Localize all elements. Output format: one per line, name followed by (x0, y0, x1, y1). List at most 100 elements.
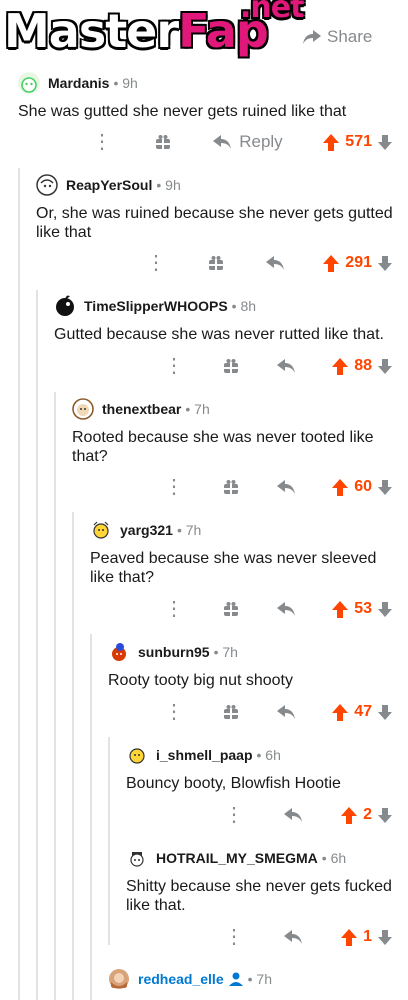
comment-age: • 6h (256, 747, 281, 763)
more-options-icon[interactable]: ⋮ (92, 132, 112, 152)
comment-text: Peaved because she was never sleeved lik… (90, 550, 377, 586)
comment: i_shmell_paap • 6h Bouncy booty, Blowfis… (126, 742, 408, 793)
username[interactable]: thenextbear (102, 401, 181, 417)
score: 291 (345, 254, 372, 271)
vote-controls: 60 (332, 478, 392, 496)
avatar[interactable] (72, 398, 94, 420)
upvote-icon[interactable] (332, 703, 349, 721)
avatar[interactable] (126, 744, 148, 766)
downvote-icon[interactable] (378, 704, 392, 720)
downvote-icon[interactable] (378, 255, 392, 271)
more-options-icon[interactable]: ⋮ (164, 599, 184, 619)
vote-controls: 88 (332, 357, 392, 375)
avatar[interactable] (54, 295, 76, 317)
vote-controls: 291 (323, 254, 392, 272)
award-icon[interactable] (221, 704, 241, 720)
comment-age: • 7h (213, 644, 238, 660)
comment: Mardanis • 9h She was gutted she never g… (18, 70, 408, 121)
more-options-icon[interactable]: ⋮ (164, 477, 184, 497)
comment: thenextbear • 7h Rooted because she was … (72, 396, 408, 466)
score: 47 (354, 703, 372, 720)
upvote-icon[interactable] (332, 478, 349, 496)
comment-actions: ⋮ 291 (146, 248, 392, 278)
award-icon[interactable] (221, 479, 241, 495)
avatar[interactable] (90, 519, 112, 541)
award-icon[interactable] (221, 358, 241, 374)
downvote-icon[interactable] (378, 134, 392, 150)
downvote-icon[interactable] (378, 601, 392, 617)
avatar[interactable] (108, 968, 130, 990)
upvote-icon[interactable] (332, 600, 349, 618)
watermark-logo: MasterFap .net (4, 0, 304, 58)
comment-actions: ⋮ 47 (164, 697, 392, 727)
avatar[interactable] (108, 641, 130, 663)
more-options-icon[interactable]: ⋮ (146, 253, 166, 273)
downvote-icon[interactable] (378, 358, 392, 374)
username[interactable]: ReapYerSoul (66, 177, 152, 193)
vote-controls: 47 (332, 703, 392, 721)
thread-line[interactable] (36, 290, 38, 1000)
reply-icon[interactable] (277, 602, 296, 616)
username[interactable]: redhead_elle (138, 971, 224, 987)
reply-icon[interactable] (265, 256, 284, 270)
vote-controls: 571 (323, 133, 392, 151)
thread-line[interactable] (18, 168, 20, 1000)
comment-age: • 9h (156, 177, 181, 193)
comment: yarg321 • 7h Peaved because she was neve… (90, 517, 408, 587)
comment-text: Or, she was ruined because she never get… (36, 205, 393, 241)
thread-line[interactable] (108, 737, 110, 945)
reply-icon[interactable] (283, 808, 302, 822)
username[interactable]: sunburn95 (138, 644, 210, 660)
comment-age: • 7h (247, 971, 272, 987)
thread-line[interactable] (54, 392, 56, 1000)
award-icon[interactable] (221, 601, 241, 617)
more-options-icon[interactable]: ⋮ (164, 702, 184, 722)
upvote-icon[interactable] (323, 254, 340, 272)
username[interactable]: i_shmell_paap (156, 747, 253, 763)
downvote-icon[interactable] (378, 479, 392, 495)
reply-icon[interactable] (277, 705, 296, 719)
award-icon[interactable] (153, 134, 173, 150)
vote-controls: 1 (341, 928, 392, 946)
score: 2 (363, 806, 372, 823)
username[interactable]: TimeSlipperWHOOPS (84, 298, 228, 314)
comment: HOTRAIL_MY_SMEGMA • 6h Shitty because sh… (126, 845, 408, 915)
username[interactable]: HOTRAIL_MY_SMEGMA (156, 850, 318, 866)
username[interactable]: Mardanis (48, 75, 109, 91)
comment-actions: ⋮ Reply 571 (92, 127, 392, 157)
avatar[interactable] (36, 174, 58, 196)
vote-controls: 53 (332, 600, 392, 618)
comment-text: Bouncy booty, Blowfish Hootie (126, 775, 341, 792)
thread-line[interactable] (72, 512, 74, 1000)
score: 88 (354, 357, 372, 374)
score: 1 (363, 928, 372, 945)
thread-line[interactable] (90, 634, 92, 1000)
more-options-icon[interactable]: ⋮ (224, 927, 244, 947)
comment: sunburn95 • 7h Rooty tooty big nut shoot… (108, 639, 408, 690)
comment-text: Shitty because she never gets fucked lik… (126, 878, 392, 914)
more-options-icon[interactable]: ⋮ (224, 805, 244, 825)
reply-icon[interactable] (277, 480, 296, 494)
comment-text: Rooty tooty big nut shooty (108, 672, 293, 689)
share-button[interactable]: Share (303, 27, 372, 47)
more-options-icon[interactable]: ⋮ (164, 356, 184, 376)
comment-actions: ⋮ 60 (164, 472, 392, 502)
award-icon[interactable] (206, 255, 226, 271)
comment-actions: ⋮ 1 (224, 922, 392, 952)
avatar[interactable] (126, 847, 148, 869)
score: 571 (345, 133, 372, 150)
reply-icon[interactable] (277, 359, 296, 373)
upvote-icon[interactable] (341, 806, 358, 824)
reply-icon (213, 135, 232, 149)
upvote-icon[interactable] (332, 357, 349, 375)
reply-button[interactable]: Reply (213, 132, 283, 152)
share-icon (303, 30, 321, 44)
comment-actions: ⋮ 88 (164, 351, 392, 381)
reply-icon[interactable] (283, 930, 302, 944)
avatar[interactable] (18, 72, 40, 94)
username[interactable]: yarg321 (120, 522, 173, 538)
upvote-icon[interactable] (341, 928, 358, 946)
downvote-icon[interactable] (378, 807, 392, 823)
downvote-icon[interactable] (378, 929, 392, 945)
upvote-icon[interactable] (323, 133, 340, 151)
